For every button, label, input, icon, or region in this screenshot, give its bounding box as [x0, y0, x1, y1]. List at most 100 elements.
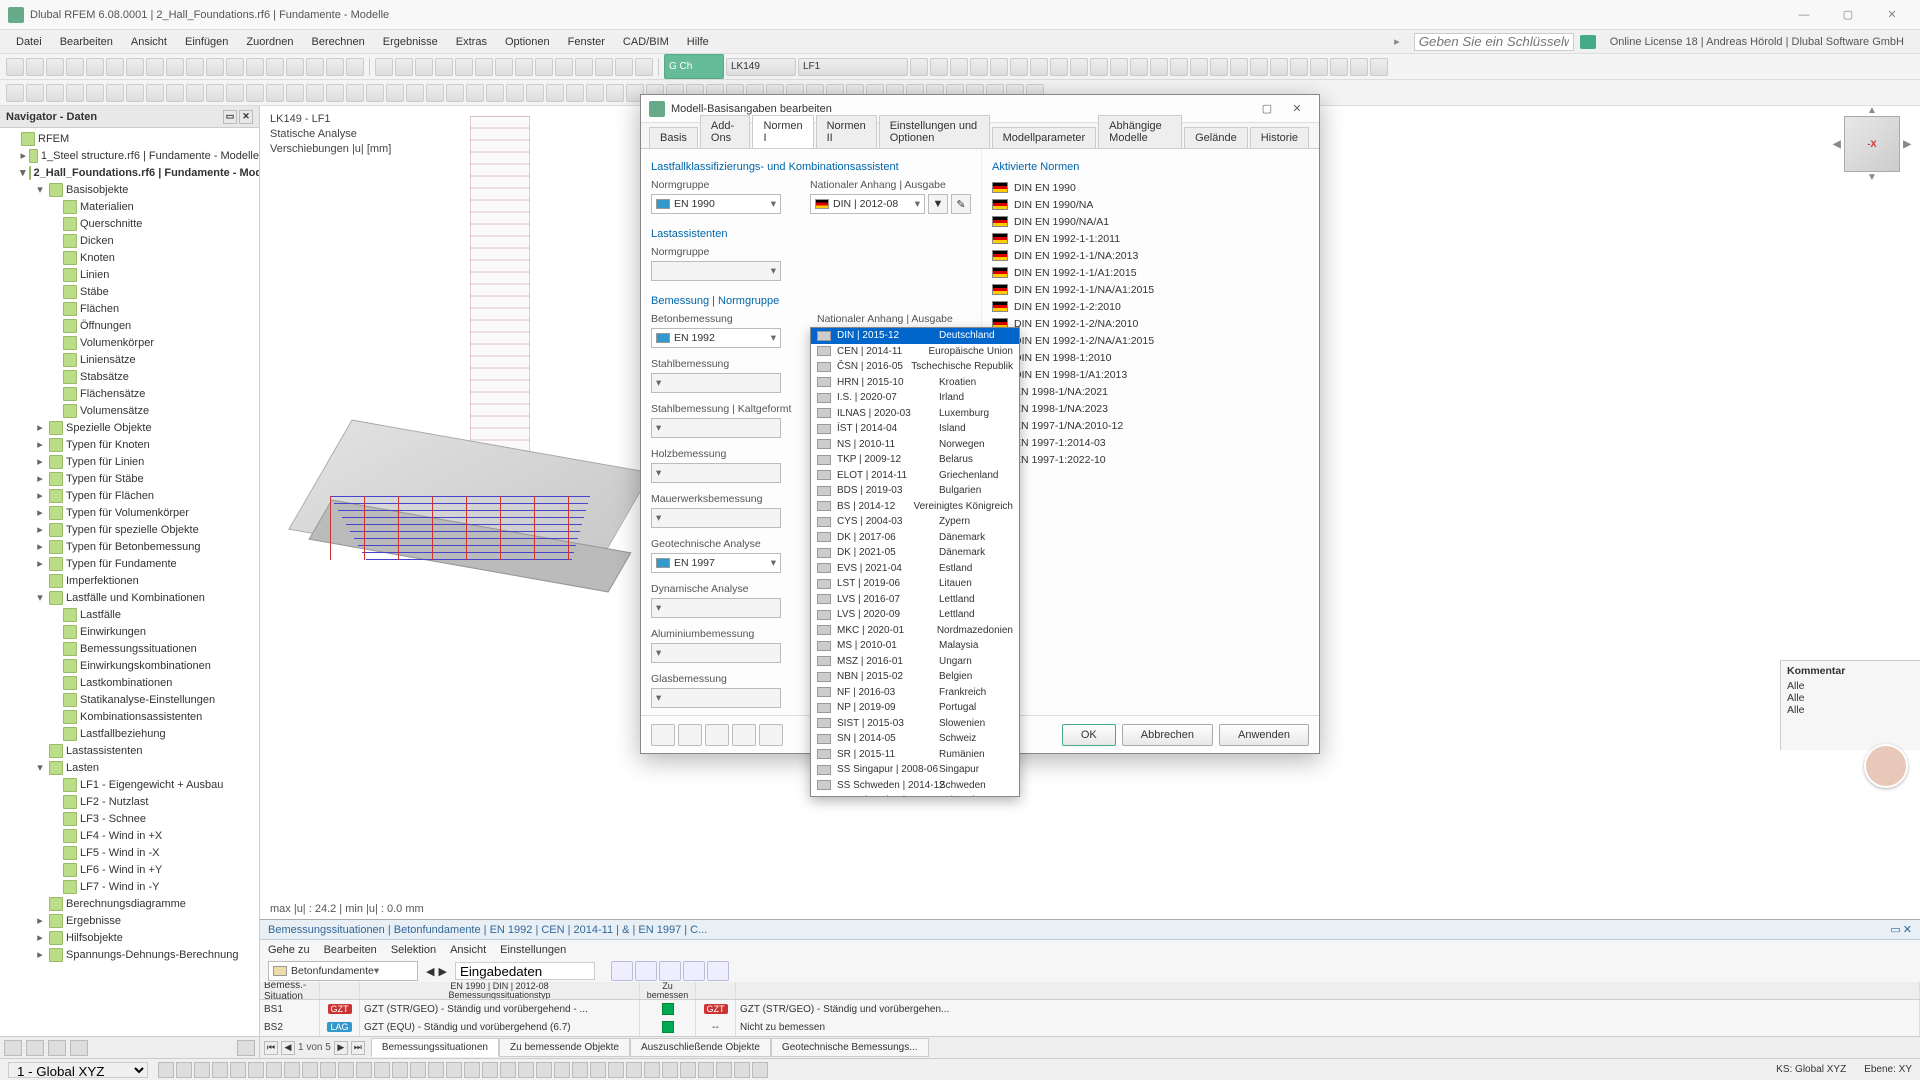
toolbar-button[interactable] — [910, 58, 928, 76]
dropdown-option[interactable]: TKP | 2009-12Belarus — [811, 452, 1019, 468]
panel-tab-bearb[interactable]: Bearbeiten — [324, 944, 377, 956]
menu-hilfe[interactable]: Hilfe — [679, 33, 717, 51]
tree-item[interactable]: ▸Typen für Linien — [0, 453, 259, 470]
bottom-tab-0[interactable]: Bemessungssituationen — [371, 1038, 499, 1057]
menu-bearbeiten[interactable]: Bearbeiten — [52, 33, 121, 51]
toolbar-button[interactable] — [46, 84, 64, 102]
tree-item[interactable]: LF7 - Wind in -Y — [0, 878, 259, 895]
dropdown-option[interactable]: CEN | 2014-11Europäische Union — [811, 344, 1019, 360]
panel-input[interactable] — [455, 962, 595, 980]
toolbar-button[interactable] — [186, 58, 204, 76]
toolbar-button[interactable] — [506, 84, 524, 102]
tree-item[interactable]: Flächensätze — [0, 385, 259, 402]
toolbar-button[interactable] — [1150, 58, 1168, 76]
gc-badge[interactable]: G Ch — [664, 54, 724, 79]
toolbar-button[interactable] — [566, 84, 584, 102]
dropdown-option[interactable]: HRN | 2015-10Kroatien — [811, 375, 1019, 391]
toolbar-button[interactable] — [226, 84, 244, 102]
toolbar-button[interactable] — [66, 58, 84, 76]
tree-item[interactable]: Lastassistenten — [0, 742, 259, 759]
toolbar-button[interactable] — [950, 58, 968, 76]
panel-tool[interactable] — [707, 961, 729, 981]
keyword-search[interactable] — [1414, 33, 1574, 51]
toolbar-button[interactable] — [46, 58, 64, 76]
tree-item[interactable]: ▾Lasten — [0, 759, 259, 776]
dropdown-option[interactable]: ILNAS | 2020-03Luxemburg — [811, 406, 1019, 422]
status-tool[interactable] — [752, 1062, 768, 1078]
tree-item[interactable]: Einwirkungen — [0, 623, 259, 640]
pager-prev[interactable]: ◀ — [281, 1041, 295, 1055]
toolbar-button[interactable] — [535, 58, 553, 76]
toolbar-button[interactable] — [346, 84, 364, 102]
toolbar-button[interactable] — [206, 58, 224, 76]
dropdown-option[interactable]: LVS | 2020-09Lettland — [811, 607, 1019, 623]
status-tool[interactable] — [590, 1062, 606, 1078]
toolbar-button[interactable] — [406, 84, 424, 102]
nav-btn[interactable] — [4, 1040, 22, 1056]
menu-datei[interactable]: Datei — [8, 33, 50, 51]
toolbar-button[interactable] — [526, 84, 544, 102]
tree-item[interactable]: ▸1_Steel structure.rf6 | Fundamente - Mo… — [0, 147, 259, 164]
dropdown-option[interactable]: I.S. | 2020-07Irland — [811, 390, 1019, 406]
tree-item[interactable]: ▾Basisobjekte — [0, 181, 259, 198]
design-grid[interactable]: Bemess.-Situation EN 1990 | DIN | 2012-0… — [260, 982, 1920, 1036]
toolbar-button[interactable] — [1170, 58, 1188, 76]
minimize-button[interactable]: — — [1784, 1, 1824, 29]
toolbar-button[interactable] — [1270, 58, 1288, 76]
tree-item[interactable]: Querschnitte — [0, 215, 259, 232]
panel-combo[interactable]: Betonfundamente▾ — [268, 961, 418, 981]
bottom-tab-1[interactable]: Zu bemessende Objekte — [499, 1038, 630, 1057]
toolbar-button[interactable] — [1070, 58, 1088, 76]
status-tool[interactable] — [230, 1062, 246, 1078]
tree-item[interactable]: RFEM — [0, 130, 259, 147]
dropdown-option[interactable]: NP | 2019-09Portugal — [811, 700, 1019, 716]
panel-tab-einst[interactable]: Einstellungen — [500, 944, 566, 956]
tree-item[interactable]: Öffnungen — [0, 317, 259, 334]
toolbar-button[interactable] — [166, 58, 184, 76]
edit-na-button[interactable]: ✎ — [951, 194, 971, 214]
toolbar-button[interactable] — [146, 58, 164, 76]
status-tool[interactable] — [482, 1062, 498, 1078]
menu-ansicht[interactable]: Ansicht — [123, 33, 175, 51]
toolbar-button[interactable] — [635, 58, 653, 76]
status-tool[interactable] — [554, 1062, 570, 1078]
nav-btn[interactable] — [48, 1040, 66, 1056]
menu-einfuegen[interactable]: Einfügen — [177, 33, 236, 51]
toolbar-button[interactable] — [1110, 58, 1128, 76]
status-tool[interactable] — [392, 1062, 408, 1078]
tree-item[interactable]: LF2 - Nutzlast — [0, 793, 259, 810]
dialog-tab[interactable]: Modellparameter — [992, 127, 1097, 148]
status-tool[interactable] — [464, 1062, 480, 1078]
national-annex-dropdown[interactable]: DIN | 2015-12DeutschlandCEN | 2014-11Eur… — [810, 327, 1020, 797]
toolbar-button[interactable] — [246, 58, 264, 76]
tree-item[interactable]: Flächen — [0, 300, 259, 317]
status-tool[interactable] — [608, 1062, 624, 1078]
tree-item[interactable]: ▸Hilfsobjekte — [0, 929, 259, 946]
toolbar-button[interactable] — [546, 84, 564, 102]
dialog-tab[interactable]: Add-Ons — [700, 115, 751, 148]
toolbar-button[interactable] — [86, 84, 104, 102]
dropdown-option[interactable]: MSZ | 2016-01Ungarn — [811, 654, 1019, 670]
toolbar-button[interactable] — [375, 58, 393, 76]
toolbar-button[interactable] — [146, 84, 164, 102]
tree-item[interactable]: ▸Typen für Betonbemessung — [0, 538, 259, 555]
lk-combo-2[interactable]: LF1 — [798, 58, 908, 76]
toolbar-button[interactable] — [1130, 58, 1148, 76]
dropdown-option[interactable]: NBN | 2015-02Belgien — [811, 669, 1019, 685]
tree-item[interactable]: Stabsätze — [0, 368, 259, 385]
status-tool[interactable] — [428, 1062, 444, 1078]
status-tool[interactable] — [662, 1062, 678, 1078]
tree-item[interactable]: Imperfektionen — [0, 572, 259, 589]
dropdown-option[interactable]: SS Singapur | 2008-06Singapur — [811, 762, 1019, 778]
tree-item[interactable]: Stäbe — [0, 283, 259, 300]
toolbar-button[interactable] — [970, 58, 988, 76]
dropdown-option[interactable]: BS | 2014-12Vereinigtes Königreich — [811, 499, 1019, 515]
status-tool[interactable] — [698, 1062, 714, 1078]
status-tool[interactable] — [644, 1062, 660, 1078]
dropdown-option[interactable]: LST | 2019-06Litauen — [811, 576, 1019, 592]
toolbar-button[interactable] — [346, 58, 364, 76]
tree-item[interactable]: ▸Typen für Flächen — [0, 487, 259, 504]
dropdown-option[interactable]: ÍST | 2014-04Island — [811, 421, 1019, 437]
dropdown-option[interactable]: EVS | 2021-04Estland — [811, 561, 1019, 577]
panel-tool[interactable] — [635, 961, 657, 981]
